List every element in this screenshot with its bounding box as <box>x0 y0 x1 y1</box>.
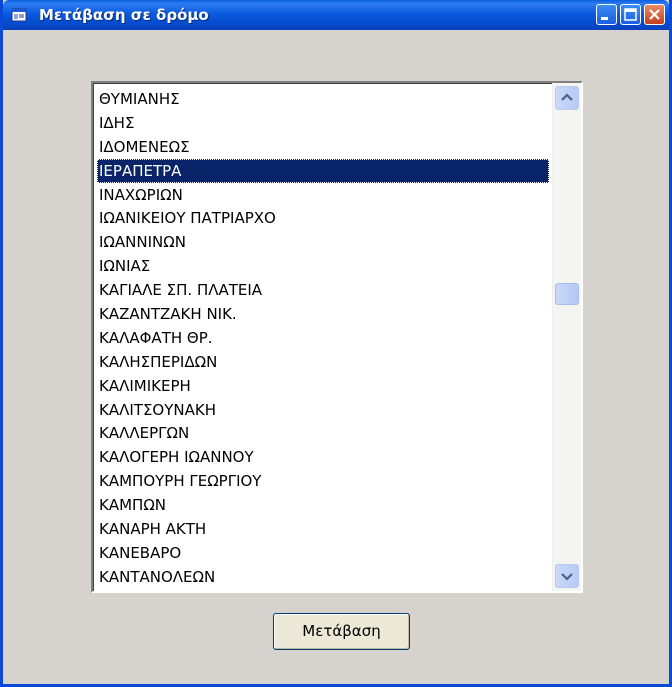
close-button[interactable] <box>644 4 665 25</box>
list-item[interactable]: ΚΑΜΠΩΝ <box>97 493 549 517</box>
list-item[interactable]: ΚΑΓΙΑΛΕ ΣΠ. ΠΛΑΤΕΙΑ <box>97 278 549 302</box>
list-item[interactable]: ΙΔΗΣ <box>97 111 549 135</box>
vertical-scrollbar[interactable] <box>552 83 581 591</box>
chevron-up-icon <box>561 93 573 101</box>
list-item[interactable]: ΚΑΝΕΒΑΡΟ <box>97 541 549 565</box>
scroll-up-button[interactable] <box>555 86 579 110</box>
list-item[interactable]: ΙΔΟΜΕΝΕΩΣ <box>97 135 549 159</box>
street-listbox[interactable]: ΘΥΜΙΑΝΗΣ ΙΔΗΣ ΙΔΟΜΕΝΕΩΣ ΙΕΡΑΠΕΤΡΑ ΙΝΑΧΩΡΙΩΝ Ι… <box>91 81 583 593</box>
title-bar[interactable]: Μετάβαση σε δρόμο <box>3 0 669 30</box>
list-item[interactable]: ΚΑΛΙΤΣΟΥΝΑΚΗ <box>97 398 549 422</box>
list-item[interactable]: ΚΑΛΗΣΠΕΡΙΔΩΝ <box>97 350 549 374</box>
minimize-button[interactable] <box>596 4 617 25</box>
list-item[interactable]: ΚΑΜΠΟΥΡΗ ΓΕΩΡΓΙΟΥ <box>97 469 549 493</box>
list-item[interactable]: ΚΑΛΟΓΕΡΗ ΙΩΑΝΝΟΥ <box>97 445 549 469</box>
maximize-button[interactable] <box>620 4 641 25</box>
window-title: Μετάβαση σε δρόμο <box>39 6 209 24</box>
list-item[interactable]: ΚΑΛΑΦΑΤΗ ΘΡ. <box>97 326 549 350</box>
app-icon <box>11 7 27 23</box>
scrollbar-thumb[interactable] <box>555 283 579 305</box>
dialog-window: Μετάβαση σε δρόμο ΘΥΜΙΑΝΗΣ ΙΔΗΣ ΙΔΟΜΕΝΕΩΣ Ι… <box>0 0 672 687</box>
list-item[interactable]: ΚΑΛΙΜΙΚΕΡΗ <box>97 374 549 398</box>
list-item[interactable]: ΙΩΑΝΝΙΝΩΝ <box>97 230 549 254</box>
list-item[interactable]: ΙΕΡΑΠΕΤΡΑ <box>97 158 549 183</box>
list-item[interactable]: ΙΝΑΧΩΡΙΩΝ <box>97 183 549 207</box>
list-item[interactable]: ΘΥΜΙΑΝΗΣ <box>97 87 549 111</box>
list-item[interactable]: ΙΩΝΙΑΣ <box>97 254 549 278</box>
go-button[interactable]: Μετάβαση <box>273 613 410 650</box>
street-list-items: ΘΥΜΙΑΝΗΣ ΙΔΗΣ ΙΔΟΜΕΝΕΩΣ ΙΕΡΑΠΕΤΡΑ ΙΝΑΧΩΡΙΩΝ Ι… <box>97 87 549 589</box>
maximize-icon <box>624 8 637 21</box>
list-item[interactable]: ΚΑΖΑΝΤΖΑΚΗ ΝΙΚ. <box>97 302 549 326</box>
list-item[interactable]: ΚΑΝΤΑΝΟΛΕΩΝ <box>97 565 549 589</box>
scroll-down-button[interactable] <box>555 564 579 588</box>
list-item[interactable]: ΚΑΛΛΕΡΓΩΝ <box>97 421 549 445</box>
list-item[interactable]: ΚΑΝΑΡΗ ΑΚΤΗ <box>97 517 549 541</box>
close-icon <box>649 9 660 20</box>
chevron-down-icon <box>561 573 573 581</box>
list-item[interactable]: ΙΩΑΝΙΚΕΙΟΥ ΠΑΤΡΙΑΡΧΟ <box>97 206 549 230</box>
minimize-icon <box>601 17 608 20</box>
